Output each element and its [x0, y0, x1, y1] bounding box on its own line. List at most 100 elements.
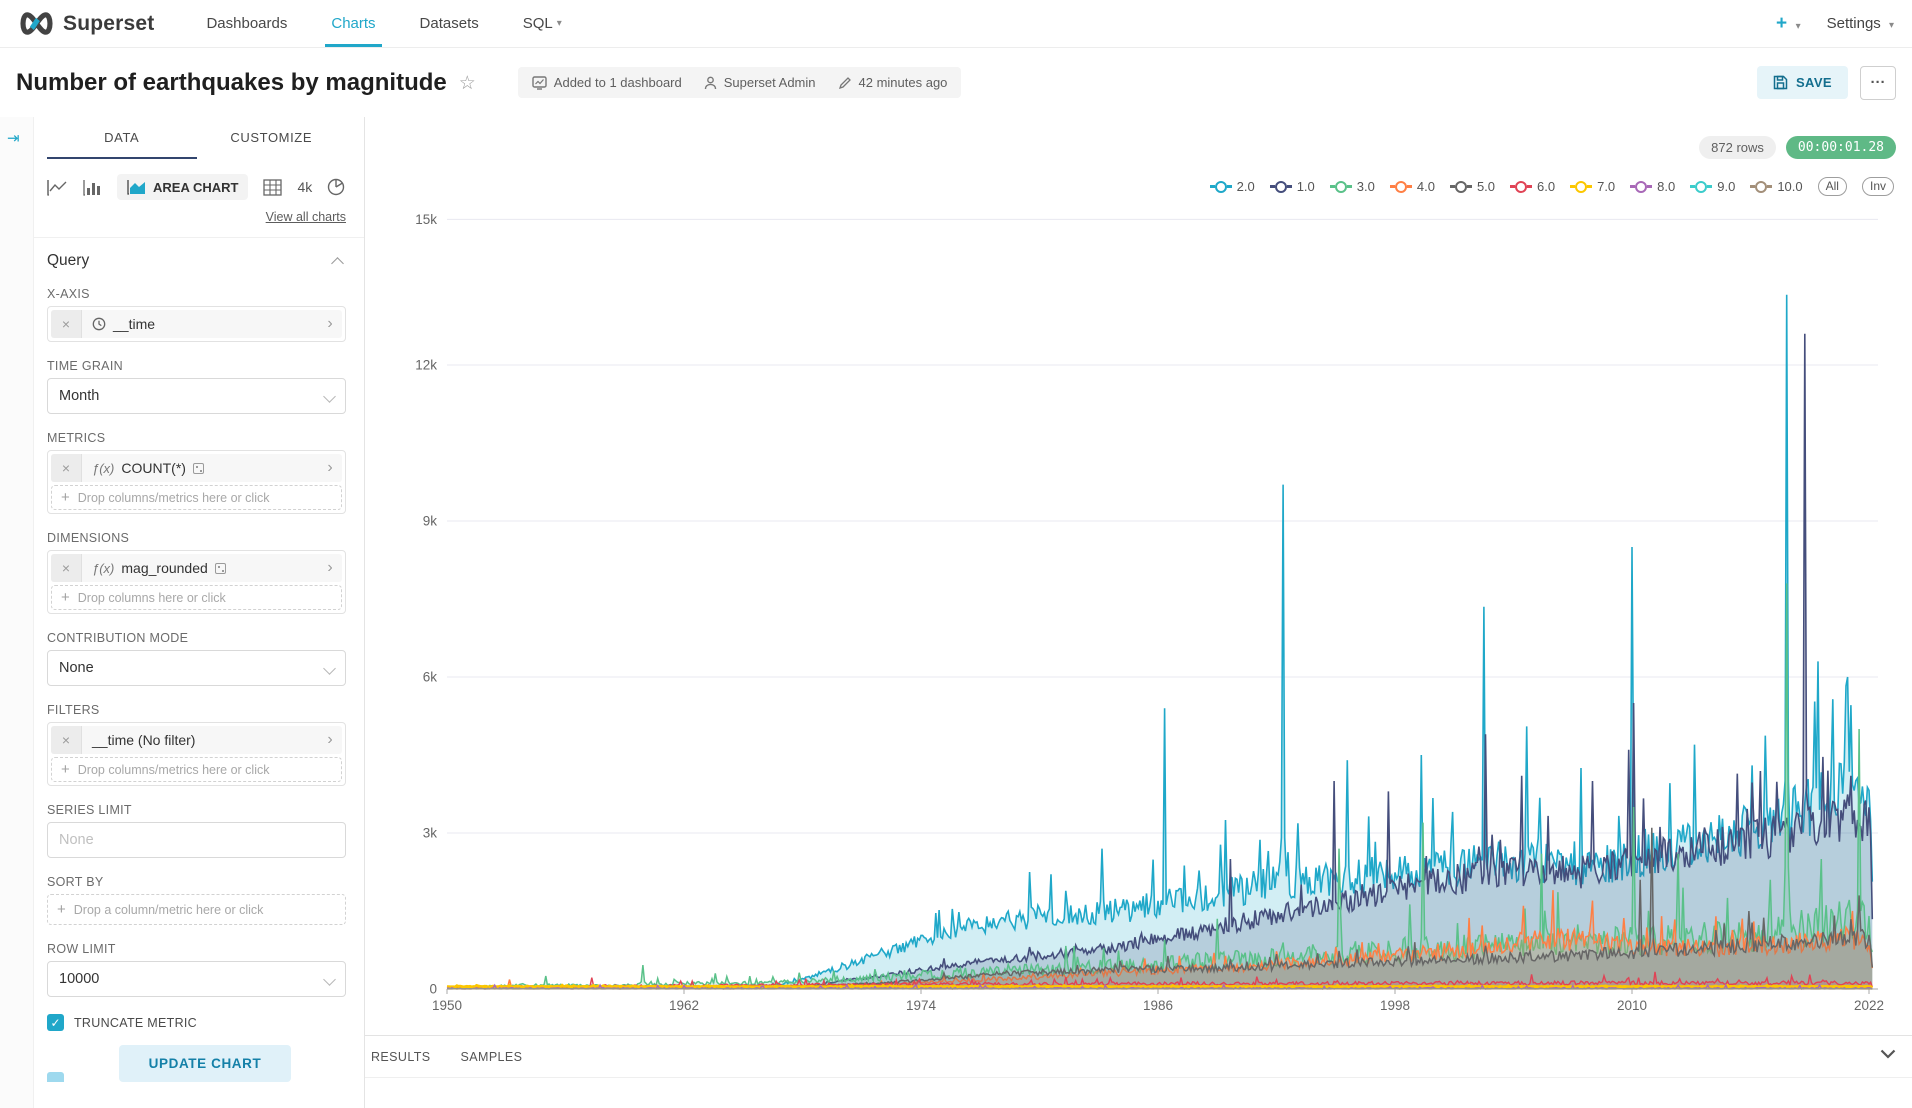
legend-invert-button[interactable]: Inv	[1862, 177, 1894, 196]
nav-menu: Dashboards Charts Datasets SQL ▾	[188, 0, 579, 47]
legend-item-1.0[interactable]: 1.0	[1270, 179, 1315, 194]
nav-sql[interactable]: SQL ▾	[505, 0, 580, 47]
save-icon	[1773, 75, 1788, 90]
y-axis-tick-label: 0	[429, 982, 437, 997]
tab-results[interactable]: RESULTS	[371, 1050, 431, 1064]
x-axis-tick-label: 1950	[432, 998, 462, 1013]
filter-pill[interactable]: × __time (No filter) ›	[51, 726, 342, 754]
legend-item-2.0[interactable]: 2.0	[1210, 179, 1255, 194]
more-actions-button[interactable]: ···	[1860, 66, 1896, 100]
panel-collapse-strip: ⇥	[0, 117, 34, 1108]
legend-item-9.0[interactable]: 9.0	[1690, 179, 1735, 194]
chevron-right-icon: ›	[318, 554, 342, 582]
legend-label: 8.0	[1657, 179, 1675, 194]
tab-customize[interactable]: CUSTOMIZE	[197, 117, 347, 159]
legend-item-5.0[interactable]: 5.0	[1450, 179, 1495, 194]
y-axis-tick-label: 9k	[423, 514, 438, 529]
tab-data[interactable]: DATA	[47, 117, 197, 159]
legend-marker-icon	[1210, 181, 1232, 193]
superset-logo[interactable]: Superset	[18, 0, 154, 47]
viz-badge-4k[interactable]: 4k	[297, 179, 312, 195]
remove-icon[interactable]: ×	[51, 310, 82, 338]
legend-all-button[interactable]: All	[1818, 177, 1847, 196]
row-limit-label: ROW LIMIT	[47, 942, 346, 956]
remove-icon[interactable]: ×	[51, 554, 82, 582]
viz-type-area-chart[interactable]: AREA CHART	[117, 174, 248, 200]
legend-marker-icon	[1510, 181, 1532, 193]
filters-control: × __time (No filter) › + Drop columns/me…	[47, 722, 346, 786]
row-limit-select[interactable]: 10000	[47, 961, 346, 997]
filters-dropzone[interactable]: + Drop columns/metrics here or click	[51, 757, 342, 782]
area-chart-canvas[interactable]: 03k6k9k12k15k195019621974198619982010202…	[365, 117, 1912, 1036]
plus-icon: +	[1776, 13, 1787, 34]
data-panel: ⇥ DATA CUSTOMIZE AREA CHART 4k	[0, 117, 365, 1108]
chevron-right-icon: ›	[318, 310, 342, 338]
series-limit-select[interactable]: None	[47, 822, 346, 858]
metric-count-pill[interactable]: × ƒ(x) COUNT(*) ›	[51, 454, 342, 482]
legend-marker-icon	[1750, 181, 1772, 193]
sort-by-dropzone[interactable]: + Drop a column/metric here or click	[47, 894, 346, 925]
truncate-metric-checkbox[interactable]: ✓	[47, 1014, 64, 1031]
user-icon	[704, 76, 717, 90]
remove-icon[interactable]: ×	[51, 726, 82, 754]
nav-charts[interactable]: Charts	[313, 0, 393, 47]
bar-chart-icon[interactable]	[83, 179, 102, 196]
time-grain-label: TIME GRAIN	[47, 359, 346, 373]
query-section-header[interactable]: Query	[47, 252, 346, 270]
x-axis-tick-label: 1974	[906, 998, 937, 1013]
legend-marker-icon	[1450, 181, 1472, 193]
dashboards-badge[interactable]: Added to 1 dashboard	[532, 75, 682, 90]
metrics-label: METRICS	[47, 431, 346, 445]
last-modified-badge[interactable]: 42 minutes ago	[838, 75, 948, 90]
legend-item-7.0[interactable]: 7.0	[1570, 179, 1615, 194]
legend-label: 7.0	[1597, 179, 1615, 194]
collapse-panel-icon[interactable]: ⇥	[7, 129, 20, 147]
plus-icon: +	[57, 901, 66, 918]
save-button[interactable]: SAVE	[1757, 66, 1848, 99]
chart-legend: 2.0 1.0 3.0 4.0 5.0 6.0 7.0 8.0 9.0 10.0 All Inv	[1210, 177, 1894, 196]
metrics-dropzone[interactable]: + Drop columns/metrics here or click	[51, 485, 342, 510]
chevron-down-icon	[323, 662, 336, 675]
contribution-mode-select[interactable]: None	[47, 650, 346, 686]
caret-down-icon: ▾	[1889, 20, 1894, 31]
legend-item-10.0[interactable]: 10.0	[1750, 179, 1802, 194]
nav-dashboards[interactable]: Dashboards	[188, 0, 305, 47]
line-chart-icon[interactable]	[47, 179, 68, 196]
chart-meta-badges: Added to 1 dashboard Superset Admin 42 m…	[518, 67, 962, 98]
y-axis-tick-label: 15k	[415, 212, 437, 227]
legend-marker-icon	[1390, 181, 1412, 193]
pie-chart-icon[interactable]	[327, 178, 345, 196]
legend-item-8.0[interactable]: 8.0	[1630, 179, 1675, 194]
new-item-button[interactable]: + ▾	[1776, 13, 1801, 35]
collapse-results-chevron-icon[interactable]	[1880, 1046, 1896, 1064]
x-axis-value-pill[interactable]: × __time ›	[51, 310, 342, 338]
legend-marker-icon	[1570, 181, 1592, 193]
legend-item-4.0[interactable]: 4.0	[1390, 179, 1435, 194]
remove-icon[interactable]: ×	[51, 454, 82, 482]
settings-menu[interactable]: Settings ▾	[1827, 15, 1894, 32]
dimensions-dropzone[interactable]: + Drop columns here or click	[51, 585, 342, 610]
results-panel: RESULTS SAMPLES	[365, 1035, 1912, 1108]
brand-name: Superset	[63, 12, 154, 36]
legend-item-6.0[interactable]: 6.0	[1510, 179, 1555, 194]
dimension-pill[interactable]: × ƒ(x) mag_rounded ›	[51, 554, 342, 582]
infinity-logo-icon	[18, 10, 55, 37]
tab-samples[interactable]: SAMPLES	[461, 1050, 523, 1064]
view-all-charts-link[interactable]: View all charts	[47, 210, 346, 224]
update-chart-button[interactable]: UPDATE CHART	[119, 1045, 292, 1082]
favorite-star-icon[interactable]: ☆	[459, 72, 476, 95]
y-axis-tick-label: 6k	[423, 670, 438, 685]
owner-badge[interactable]: Superset Admin	[704, 75, 816, 90]
legend-label: 4.0	[1417, 179, 1435, 194]
time-grain-select[interactable]: Month	[47, 378, 346, 414]
partial-checkbox[interactable]	[47, 1072, 64, 1082]
chevron-right-icon: ›	[318, 454, 342, 482]
legend-marker-icon	[1630, 181, 1652, 193]
dashboard-icon	[532, 76, 547, 90]
legend-marker-icon	[1690, 181, 1712, 193]
dimensions-label: DIMENSIONS	[47, 531, 346, 545]
legend-item-3.0[interactable]: 3.0	[1330, 179, 1375, 194]
caret-down-icon: ▾	[1796, 21, 1801, 32]
table-icon[interactable]	[263, 179, 282, 196]
nav-datasets[interactable]: Datasets	[402, 0, 497, 47]
